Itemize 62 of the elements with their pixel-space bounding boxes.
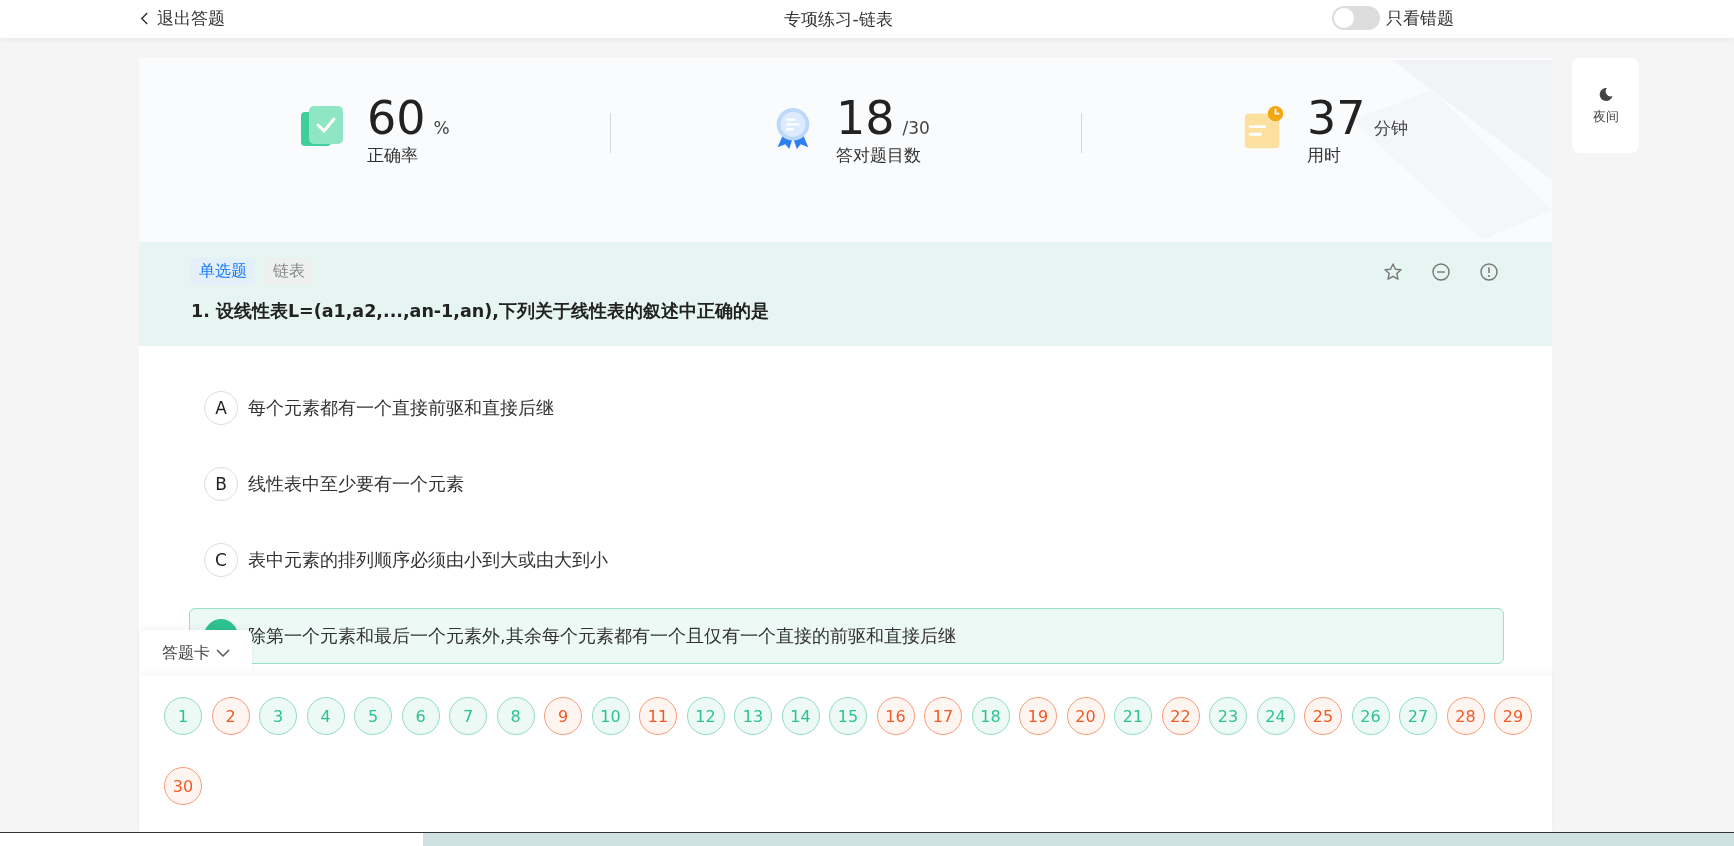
question-number[interactable]: 9 [544,697,582,735]
question-number[interactable]: 8 [496,697,535,735]
stat-value: 60 [367,92,426,144]
chevron-icon [216,648,230,658]
answer-option[interactable]: A 每个元素都有一个直接前驱和直接后继 [189,380,1504,436]
toggle-label: 只看错题 [1386,6,1454,30]
stat-value: 18 [836,92,895,144]
option-letter: C [204,543,238,577]
question-number[interactable]: 6 [401,697,440,735]
topic-tag: 链表 [265,258,313,285]
question-number[interactable]: 16 [876,697,915,735]
question-number[interactable]: 3 [259,697,297,735]
moon-icon [1597,85,1614,102]
question-type-tag: 单选题 [191,258,255,285]
page-title: 专项练习-链表 [784,8,893,31]
question-number[interactable]: 20 [1066,697,1105,735]
question-number[interactable]: 29 [1494,697,1532,735]
question-number[interactable]: 7 [449,697,487,735]
question-number[interactable]: 5 [354,697,392,735]
question-number[interactable]: 12 [686,697,725,735]
question-number[interactable]: 2 [211,697,250,735]
question-number[interactable]: 14 [781,697,820,735]
question-number[interactable]: 21 [1114,697,1152,735]
minus-circle-icon[interactable] [1431,261,1451,282]
question-number[interactable]: 19 [1019,697,1057,735]
stat-unit: 分钟 [1373,117,1408,140]
option-text: 每个元素都有一个直接前驱和直接后继 [248,397,554,420]
question-number[interactable]: 26 [1351,697,1390,735]
stat-label: 正确率 [367,144,419,167]
answer-option[interactable]: C 表中元素的排列顺序必须由小到大或由大到小 [189,532,1504,588]
question-number[interactable]: 4 [306,697,345,735]
question-number[interactable]: 25 [1304,697,1342,735]
option-text: 表中元素的排列顺序必须由小到大或由大到小 [248,549,608,572]
question-number[interactable]: 15 [829,697,867,735]
question-number[interactable]: 23 [1209,697,1247,735]
stat-value: 37 [1307,92,1366,144]
stat-unit: % [433,118,450,138]
question-number[interactable]: 28 [1446,697,1485,735]
stat-label: 答对题目数 [836,144,922,167]
toggle-switch[interactable] [1332,6,1380,30]
question-number[interactable]: 11 [639,697,677,735]
answer-option[interactable]: B 线性表中至少要有一个元素 [189,456,1504,512]
question-number[interactable]: 1 [164,697,202,735]
question-number[interactable]: 24 [1256,697,1295,735]
option-letter: B [204,467,238,501]
stat-label: 用时 [1307,144,1342,167]
option-text: 线性表中至少要有一个元素 [248,473,464,496]
question-number[interactable]: 13 [734,697,772,735]
question-number[interactable]: 10 [591,697,630,735]
question-number[interactable]: 22 [1161,697,1200,735]
question-text: 1. 设线性表L=(a1,a2,...,an-1,an),下列关于线性表的叙述中正确的是 [191,300,770,323]
night-mode-button[interactable]: 夜间 [1572,58,1639,153]
option-letter: A [204,391,238,425]
back-icon [140,12,149,25]
exit-button[interactable]: 退出答题 [140,7,225,30]
star-icon[interactable] [1383,261,1403,282]
question-number[interactable]: 27 [1399,697,1437,735]
question-number[interactable]: 30 [164,767,202,805]
question-number[interactable]: 17 [924,697,962,735]
question-number[interactable]: 18 [971,697,1010,735]
warning-icon[interactable] [1479,261,1499,282]
stat-unit: /30 [902,118,930,138]
